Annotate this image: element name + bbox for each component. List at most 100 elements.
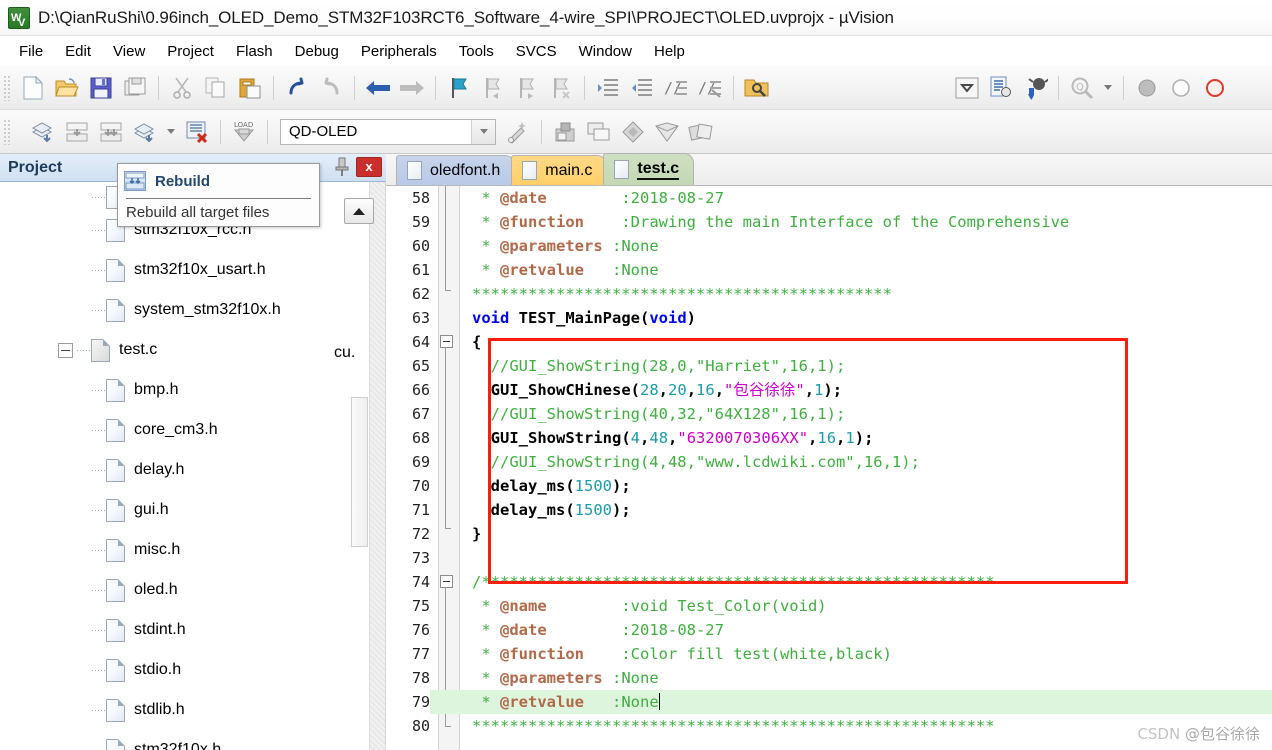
save-all-icon[interactable]	[119, 72, 151, 104]
breakpoint-filled-icon[interactable]	[1131, 72, 1163, 104]
undo-icon[interactable]	[281, 72, 313, 104]
redo-icon[interactable]	[315, 72, 347, 104]
select-software-packs-icon[interactable]	[651, 116, 683, 148]
clear-bookmarks-icon[interactable]	[545, 72, 577, 104]
menu-window[interactable]: Window	[568, 40, 643, 63]
copy-icon[interactable]	[200, 72, 232, 104]
tree-item-stdint-h[interactable]: stdint.h	[0, 610, 370, 650]
zoom-dropdown-icon[interactable]	[1100, 72, 1116, 104]
configure-dropdown-icon[interactable]	[951, 72, 983, 104]
code-line[interactable]: 61 * @retvalue :None	[386, 258, 1272, 282]
tab-oledfont-h[interactable]: oledfont.h	[396, 155, 516, 185]
open-file-icon[interactable]	[51, 72, 83, 104]
code-line[interactable]: 77 * @function :Color fill test(white,bl…	[386, 642, 1272, 666]
code-line[interactable]: 65 //GUI_ShowString(28,0,"Harriet",16,1)…	[386, 354, 1272, 378]
zoom-icon[interactable]: Q	[1066, 72, 1098, 104]
previous-bookmark-icon[interactable]	[477, 72, 509, 104]
batch-build-icon[interactable]	[129, 116, 161, 148]
menu-debug[interactable]: Debug	[284, 40, 350, 63]
tree-item-stdlib-h[interactable]: stdlib.h	[0, 690, 370, 730]
code-line[interactable]: 75 * @name :void Test_Color(void)	[386, 594, 1272, 618]
code-lines[interactable]: 58 * @date :2018-08-27 59 * @function :Dr…	[386, 186, 1272, 750]
tree-expander-icon[interactable]	[58, 342, 73, 358]
menu-project[interactable]: Project	[156, 40, 225, 63]
breakpoint-delete-icon[interactable]	[1199, 72, 1231, 104]
paste-icon[interactable]	[234, 72, 266, 104]
code-line[interactable]: 66 GUI_ShowCHinese(28,20,16,"包谷徐徐",1);	[386, 378, 1272, 402]
translate-icon[interactable]	[27, 116, 59, 148]
manage-run-time-env-icon[interactable]	[583, 116, 615, 148]
code-line[interactable]: 78 * @parameters :None	[386, 666, 1272, 690]
comment-icon[interactable]: //	[660, 72, 692, 104]
debug-windows-icon[interactable]	[985, 72, 1017, 104]
project-scrollbar[interactable]	[369, 182, 385, 750]
rebuild-icon[interactable]	[95, 116, 127, 148]
pin-icon[interactable]	[334, 157, 350, 177]
new-file-icon[interactable]	[17, 72, 49, 104]
code-line[interactable]: 71 delay_ms(1500);	[386, 498, 1272, 522]
tree-item-delay-h[interactable]: delay.h	[0, 450, 370, 490]
code-line[interactable]: 60 * @parameters :None	[386, 234, 1272, 258]
tree-item-misc-h[interactable]: misc.h	[0, 530, 370, 570]
project-tree[interactable]: stm32f10x_gpio.h stm32f10x_rcc.h stm32f1…	[0, 182, 386, 750]
code-line[interactable]: 64 {	[386, 330, 1272, 354]
code-line[interactable]: 67 //GUI_ShowString(40,32,"64X128",16,1)…	[386, 402, 1272, 426]
menu-edit[interactable]: Edit	[54, 40, 102, 63]
tree-item-core-cm3-h[interactable]: core_cm3.h	[0, 410, 370, 450]
menu-file[interactable]: File	[8, 40, 54, 63]
breakpoint-hollow-icon[interactable]	[1165, 72, 1197, 104]
start-debug-icon[interactable]	[1019, 72, 1051, 104]
menu-flash[interactable]: Flash	[225, 40, 284, 63]
uncomment-icon[interactable]: //	[694, 72, 726, 104]
menu-svcs[interactable]: SVCS	[505, 40, 568, 63]
stop-build-icon[interactable]	[181, 116, 213, 148]
tab-main-c[interactable]: main.c	[511, 155, 608, 185]
code-line[interactable]: 76 * @date :2018-08-27	[386, 618, 1272, 642]
save-icon[interactable]	[85, 72, 117, 104]
tree-item-stm32f10x-usart-h[interactable]: stm32f10x_usart.h	[0, 250, 370, 290]
indent-icon[interactable]	[592, 72, 624, 104]
code-line[interactable]: 62 **************************************…	[386, 282, 1272, 306]
manage-project-items-icon[interactable]	[549, 116, 581, 148]
target-options-icon[interactable]	[502, 116, 534, 148]
code-line[interactable]: 59 * @function :Drawing the main Interfa…	[386, 210, 1272, 234]
close-icon[interactable]: x	[356, 157, 382, 177]
insert-bookmark-icon[interactable]	[443, 72, 475, 104]
code-line[interactable]: 73	[386, 546, 1272, 570]
navigate-forward-icon[interactable]	[396, 72, 428, 104]
menu-view[interactable]: View	[102, 40, 156, 63]
tree-item-gui-h[interactable]: gui.h	[0, 490, 370, 530]
tree-item-stdio-h[interactable]: stdio.h	[0, 650, 370, 690]
tree-item-system-stm32f10x-h[interactable]: system_stm32f10x.h	[0, 290, 370, 330]
code-line[interactable]: 74 /*************************************…	[386, 570, 1272, 594]
outdent-icon[interactable]	[626, 72, 658, 104]
download-icon[interactable]: LOAD	[228, 116, 260, 148]
code-line[interactable]: 58 * @date :2018-08-27	[386, 186, 1272, 210]
tree-item-stm32f10x-h[interactable]: stm32f10x.h	[0, 730, 370, 750]
tree-item-test-c[interactable]: test.c	[0, 330, 370, 370]
tree-item-oled-h[interactable]: oled.h	[0, 570, 370, 610]
tree-item-bmp-h[interactable]: bmp.h	[0, 370, 370, 410]
build-icon[interactable]	[61, 116, 93, 148]
navigate-back-icon[interactable]	[362, 72, 394, 104]
pack-installer-icon[interactable]	[617, 116, 649, 148]
scroll-up-button[interactable]	[344, 198, 374, 224]
code-line[interactable]: 69 //GUI_ShowString(4,48,"www.lcdwiki.co…	[386, 450, 1272, 474]
target-select[interactable]: QD-OLED	[280, 118, 496, 145]
target-select-chevron-down-icon[interactable]	[471, 119, 495, 144]
toolbar-grip[interactable]	[3, 74, 11, 101]
next-bookmark-icon[interactable]	[511, 72, 543, 104]
find-in-files-icon[interactable]	[741, 72, 773, 104]
code-line[interactable]: 63 void TEST_MainPage(void)	[386, 306, 1272, 330]
multi-project-icon[interactable]	[685, 116, 717, 148]
code-line[interactable]: 72}	[386, 522, 1272, 546]
cut-icon[interactable]	[166, 72, 198, 104]
menu-peripherals[interactable]: Peripherals	[350, 40, 448, 63]
code-line[interactable]: 70 delay_ms(1500);	[386, 474, 1272, 498]
code-line[interactable]: 79 * @retvalue :None	[386, 690, 1272, 714]
batch-build-dropdown-icon[interactable]	[163, 116, 179, 148]
menu-tools[interactable]: Tools	[448, 40, 505, 63]
tab-test-c[interactable]: test.c	[603, 153, 695, 185]
code-editor[interactable]: 58 * @date :2018-08-27 59 * @function :Dr…	[386, 186, 1272, 750]
menu-help[interactable]: Help	[643, 40, 696, 63]
